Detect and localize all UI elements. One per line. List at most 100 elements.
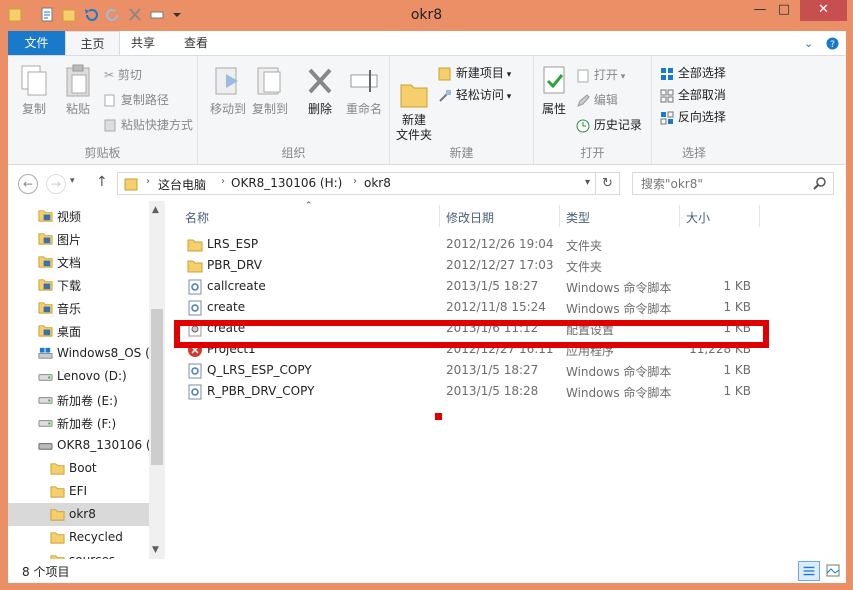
file-row[interactable]: Q_LRS_ESP_COPY 2013/1/5 18:27 Windows 命令脚本… bbox=[165, 361, 846, 382]
file-row[interactable]: R_PBR_DRV_COPY 2013/1/5 18:28 Windows 命令脚本… bbox=[165, 382, 846, 403]
file-size: 1 KB bbox=[723, 279, 751, 293]
search-icon[interactable] bbox=[813, 176, 827, 190]
chevron-down-icon[interactable]: ⌄ bbox=[804, 37, 813, 50]
file-row[interactable]: PBR_DRV 2012/12/27 17:03 文件夹 bbox=[165, 256, 846, 277]
file-list-pane: ⌃ 名称 修改日期 类型 大小 LRS_ESP 2012/12/26 19:04 文… bbox=[165, 201, 846, 559]
nav-item[interactable]: EFI bbox=[8, 480, 149, 503]
move-to-button[interactable]: 移动到 bbox=[208, 64, 248, 117]
nav-item-label: Boot bbox=[69, 461, 97, 475]
copy-path-button[interactable]: 复制路径 bbox=[104, 91, 169, 109]
forward-button[interactable]: → bbox=[46, 174, 66, 194]
column-header-name[interactable]: 名称 bbox=[185, 209, 209, 226]
nav-item[interactable]: Lenovo (D:) bbox=[8, 365, 149, 388]
breadcrumb-this-pc[interactable]: 这台电脑 bbox=[158, 176, 206, 193]
navigation-scrollbar[interactable]: ▲ ▼ bbox=[149, 201, 165, 559]
chevron-down-icon[interactable]: ▾ bbox=[585, 177, 590, 188]
navitem-okr8[interactable]: okr8 bbox=[8, 503, 149, 526]
paste-shortcut-icon bbox=[104, 119, 116, 132]
nav-item-label: 图片 bbox=[57, 233, 82, 247]
breadcrumb-drive[interactable]: OKR8_130106 (H:) bbox=[231, 176, 342, 190]
edit-button[interactable]: 编辑 bbox=[576, 91, 618, 109]
nav-item[interactable]: OKR8_130106 ( bbox=[8, 434, 149, 457]
nav-item[interactable]: 新加卷 (F:) bbox=[8, 411, 149, 434]
chevron-down-icon[interactable]: ▼ bbox=[152, 545, 159, 555]
chevron-down-icon: ▾ bbox=[617, 72, 626, 82]
nav-item[interactable]: 下载 bbox=[8, 273, 149, 296]
search-box bbox=[632, 172, 834, 195]
column-header-date[interactable]: 修改日期 bbox=[446, 209, 494, 226]
back-button[interactable]: ← bbox=[18, 174, 38, 194]
select-group-label: 选择 bbox=[681, 146, 706, 160]
folder-icon bbox=[50, 486, 65, 498]
copy-path-label: 复制路径 bbox=[120, 93, 169, 107]
refresh-button[interactable]: ↻ bbox=[596, 172, 620, 195]
nav-item[interactable]: 音乐 bbox=[8, 296, 149, 319]
file-row[interactable]: callcreate 2013/1/5 18:27 Windows 命令脚本 1 KB bbox=[165, 277, 846, 298]
drive-icon bbox=[38, 374, 53, 381]
select-all-button[interactable]: 全部选择 bbox=[660, 64, 726, 82]
properties-button[interactable]: 属性 bbox=[536, 64, 572, 117]
column-header-type[interactable]: 类型 bbox=[566, 209, 590, 226]
explorer-window: okr8 — □ ✕ 文件 主页 共享 查看 ⌄ ? 复制 粘贴 ✂ 剪切 复制… bbox=[0, 0, 853, 590]
select-none-button[interactable]: 全部取消 bbox=[660, 86, 726, 104]
nav-item-label: 下载 bbox=[57, 279, 82, 293]
new-item-button[interactable]: 新建项目 ▾ bbox=[438, 64, 511, 82]
chevron-up-icon[interactable]: ▲ bbox=[152, 205, 159, 215]
nav-item[interactable]: Boot bbox=[8, 457, 149, 480]
breadcrumb-okr8[interactable]: okr8 bbox=[364, 176, 391, 190]
rename-button[interactable]: 重命名 bbox=[342, 64, 386, 117]
address-bar[interactable]: › 这台电脑 › OKR8_130106 (H:) › okr8 ▾ bbox=[117, 172, 596, 195]
column-divider[interactable] bbox=[439, 205, 440, 227]
file-row[interactable]: create 2012/11/8 15:24 Windows 命令脚本 1 KB bbox=[165, 298, 846, 319]
search-input[interactable] bbox=[633, 173, 808, 194]
maximize-button[interactable]: □ bbox=[766, 0, 802, 21]
cut-button[interactable]: ✂ 剪切 bbox=[104, 66, 142, 84]
new-item-icon bbox=[438, 67, 451, 80]
nav-item[interactable]: Recycled bbox=[8, 526, 149, 549]
open-button[interactable]: 打开 ▾ bbox=[576, 66, 625, 84]
scrollbar-thumb[interactable] bbox=[151, 309, 163, 465]
cut-label: 剪切 bbox=[117, 68, 142, 82]
recent-locations-dropdown[interactable]: ▾ bbox=[70, 176, 75, 186]
file-type: 文件夹 bbox=[566, 239, 603, 253]
tab-home[interactable]: 主页 bbox=[65, 31, 120, 56]
nav-item[interactable]: 视频 bbox=[8, 204, 149, 227]
column-divider[interactable] bbox=[759, 205, 760, 227]
nav-item[interactable]: 图片 bbox=[8, 227, 149, 250]
easy-access-button[interactable]: 轻松访问 ▾ bbox=[438, 86, 511, 104]
column-divider[interactable] bbox=[559, 205, 560, 227]
copy-button[interactable]: 复制 bbox=[14, 64, 54, 117]
select-all-icon bbox=[661, 67, 673, 80]
file-row[interactable]: LRS_ESP 2012/12/26 19:04 文件夹 bbox=[165, 235, 846, 256]
windows-drive-icon bbox=[38, 347, 53, 359]
nav-item[interactable]: 新加卷 (E:) bbox=[8, 388, 149, 411]
paste-button[interactable]: 粘贴 bbox=[58, 64, 98, 117]
desktop-folder-icon bbox=[38, 325, 53, 337]
delete-button[interactable]: 删除 bbox=[302, 64, 338, 117]
nav-item-label: Windows8_OS ( bbox=[57, 346, 149, 360]
history-button[interactable]: 历史记录 bbox=[576, 116, 642, 134]
up-button[interactable]: ↑ bbox=[96, 174, 108, 190]
invert-selection-button[interactable]: 反向选择 bbox=[660, 108, 726, 126]
close-button[interactable]: ✕ bbox=[800, 0, 847, 21]
column-divider[interactable] bbox=[679, 205, 680, 227]
column-header-size[interactable]: 大小 bbox=[686, 209, 710, 226]
copy-to-button[interactable]: 复制到 bbox=[250, 64, 290, 117]
invert-selection-label: 反向选择 bbox=[677, 110, 726, 124]
downloads-folder-icon bbox=[38, 279, 53, 291]
tab-view[interactable]: 查看 bbox=[173, 31, 219, 55]
details-view-icon[interactable] bbox=[798, 561, 820, 581]
select-group: 全部选择 全部取消 反向选择 选择 bbox=[652, 56, 736, 164]
organize-group: 移动到 复制到 删除 重命名 组织 bbox=[198, 56, 390, 164]
rename-label: 重命名 bbox=[345, 102, 382, 116]
nav-item[interactable]: 文档 bbox=[8, 250, 149, 273]
tab-share[interactable]: 共享 bbox=[120, 31, 166, 55]
paste-shortcut-button[interactable]: 粘贴快捷方式 bbox=[104, 116, 193, 134]
copy-to-label: 复制到 bbox=[251, 102, 288, 116]
folder-icon bbox=[187, 260, 203, 273]
nav-item[interactable]: 桌面 bbox=[8, 319, 149, 342]
large-icons-view-icon[interactable] bbox=[822, 561, 844, 581]
tab-file[interactable]: 文件 bbox=[8, 31, 65, 55]
nav-item[interactable]: Windows8_OS ( bbox=[8, 342, 149, 365]
help-icon[interactable]: ? bbox=[826, 37, 839, 50]
